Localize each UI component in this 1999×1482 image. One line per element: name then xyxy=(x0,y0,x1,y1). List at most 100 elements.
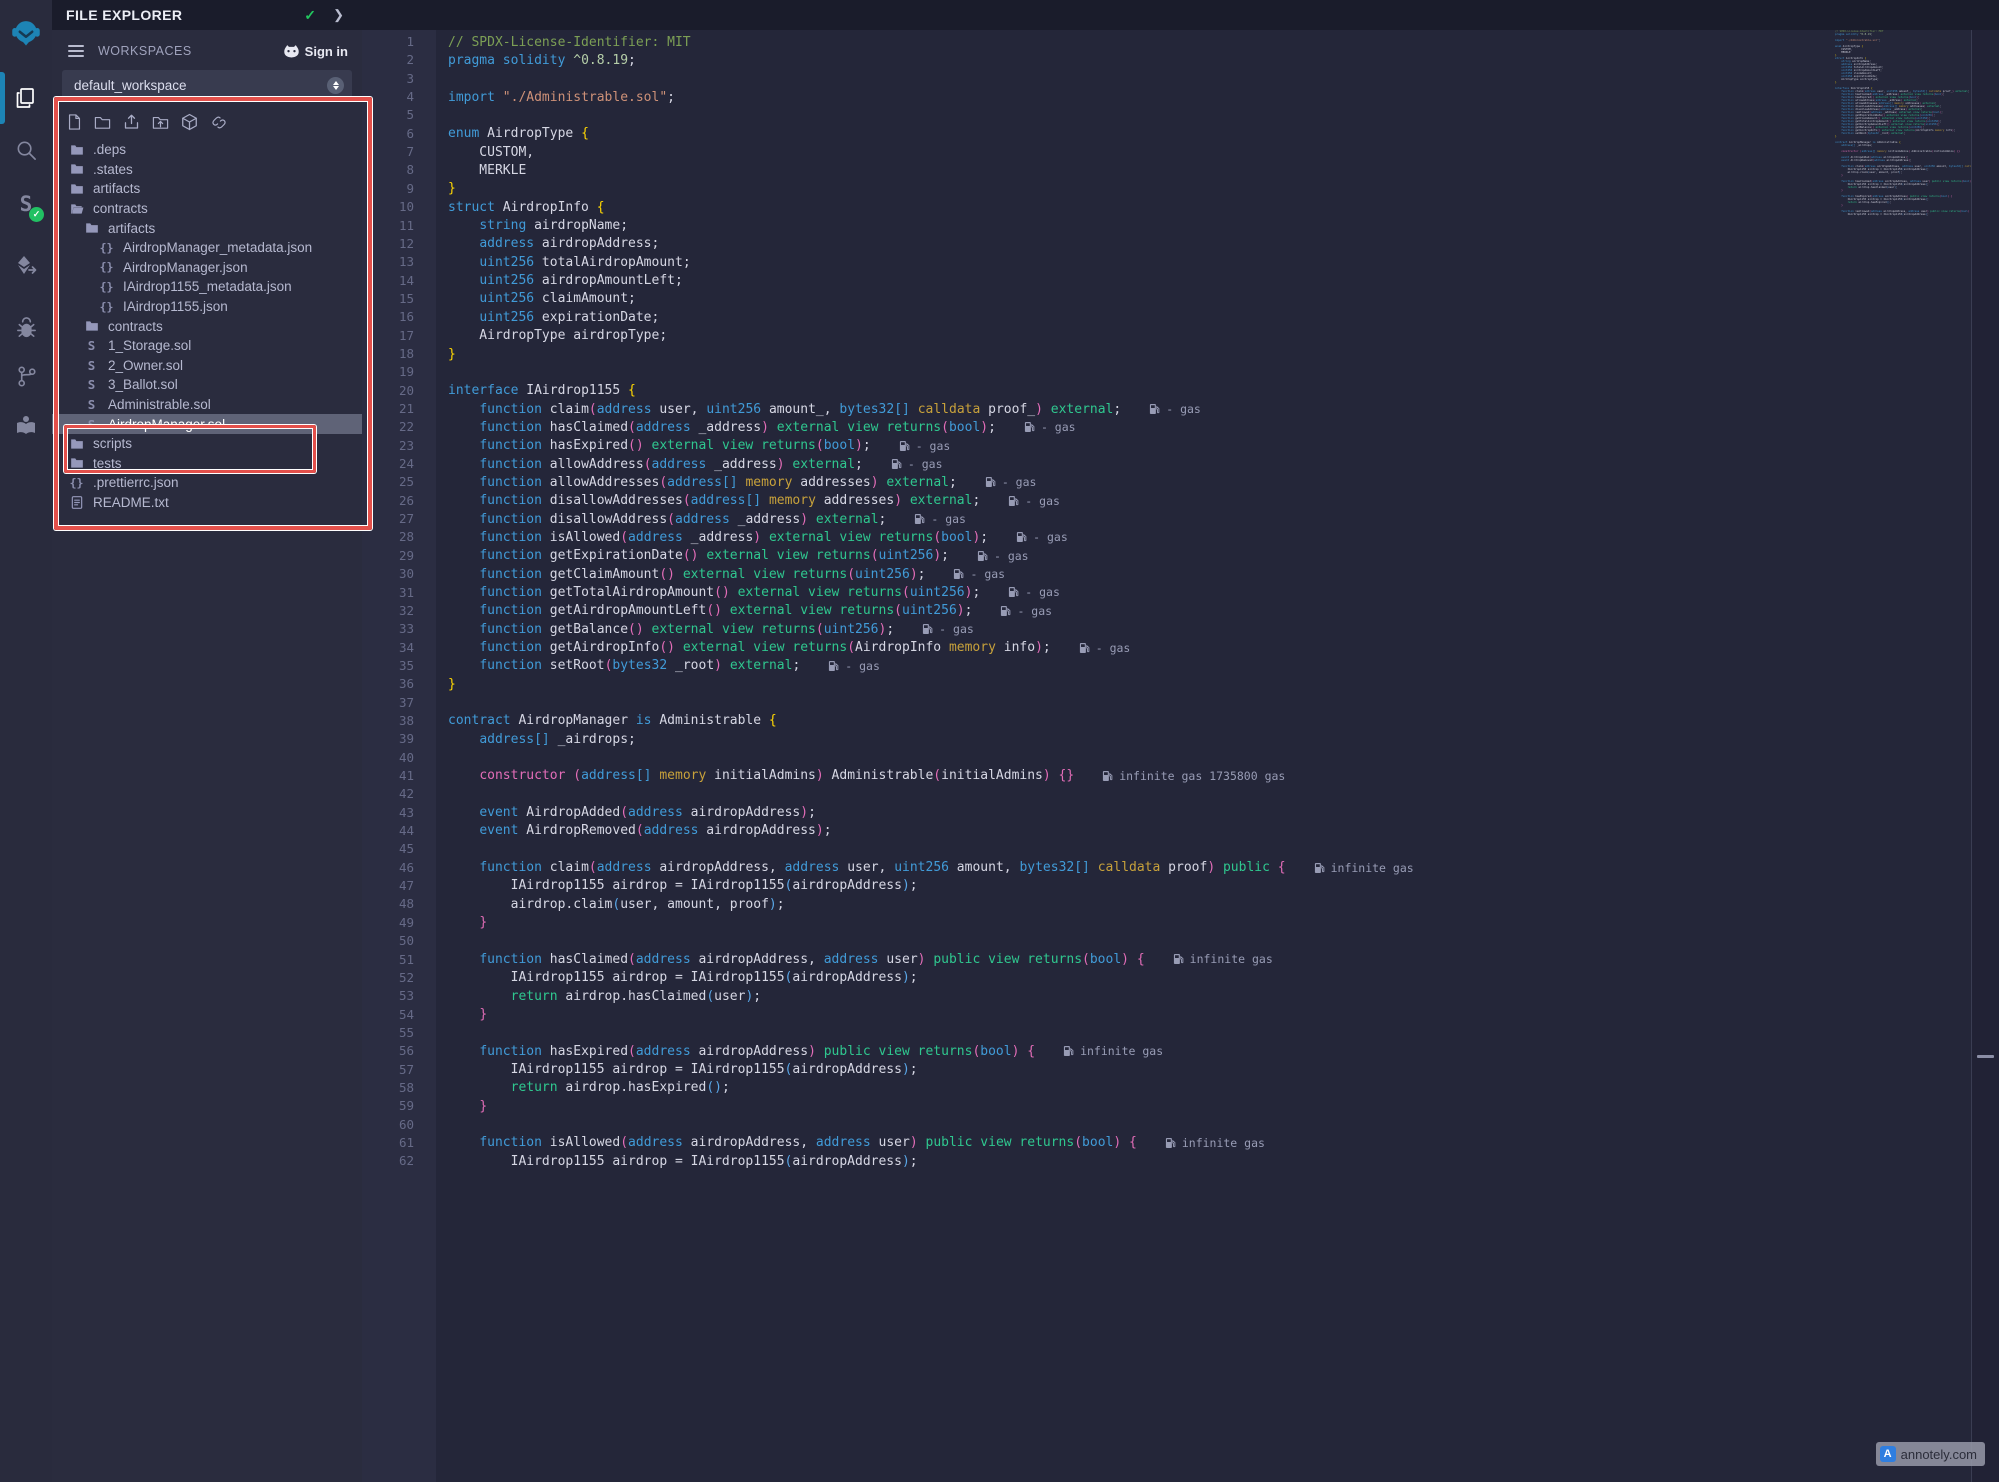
tree-item-artifacts[interactable]: artifacts xyxy=(52,179,362,199)
line-number: 62 xyxy=(362,1152,414,1170)
line-number: 16 xyxy=(362,308,414,326)
line-number: 39 xyxy=(362,730,414,748)
tree-item-.states[interactable]: .states xyxy=(52,160,362,180)
line-number: 22 xyxy=(362,418,414,436)
line-number: 46 xyxy=(362,859,414,877)
code-editor[interactable]: // SPDX-License-Identifier: MITpragma so… xyxy=(436,30,1972,1482)
line-number: 29 xyxy=(362,547,414,565)
gas-estimate-annotation: - gas xyxy=(1008,585,1060,599)
folder-icon xyxy=(68,437,85,451)
line-number: 6 xyxy=(362,125,414,143)
git-icon[interactable] xyxy=(0,356,52,396)
tree-item-label: contracts xyxy=(108,319,163,334)
line-number: 54 xyxy=(362,1006,414,1024)
tree-item-2_Owner.sol[interactable]: S2_Owner.sol xyxy=(52,356,362,376)
chevron-right-icon[interactable]: ❯ xyxy=(333,7,344,23)
tree-item-AirdropManager.sol[interactable]: SAirdropManager.sol xyxy=(52,414,362,434)
tree-item-AirdropManager_metadata.json[interactable]: {}AirdropManager_metadata.json xyxy=(52,238,362,258)
tree-item-README.txt[interactable]: README.txt xyxy=(52,493,362,513)
tree-item-label: scripts xyxy=(93,436,132,451)
learneth-icon[interactable] xyxy=(0,406,52,446)
code-line: function disallowAddress(address _addres… xyxy=(436,510,1972,528)
workspace-name: default_workspace xyxy=(74,78,187,93)
search-icon[interactable] xyxy=(0,130,52,170)
line-number: 58 xyxy=(362,1079,414,1097)
folder-icon xyxy=(68,162,85,176)
solidity-compiler-icon[interactable]: S✓ xyxy=(0,184,52,224)
line-number: 41 xyxy=(362,767,414,785)
line-number: 13 xyxy=(362,253,414,271)
tree-item-AirdropManager.json[interactable]: {}AirdropManager.json xyxy=(52,258,362,278)
json-icon: {} xyxy=(98,280,115,294)
code-line: uint256 totalAirdropAmount; xyxy=(436,253,1972,271)
upload-folder-icon[interactable] xyxy=(151,114,170,131)
panel-resize-handle[interactable] xyxy=(1977,1055,1994,1058)
line-number: 19 xyxy=(362,363,414,381)
new-file-icon[interactable] xyxy=(66,113,83,131)
tree-item-artifacts[interactable]: artifacts xyxy=(52,218,362,238)
minimap[interactable]: // SPDX-License-Identifier: MITpragma so… xyxy=(1835,30,1972,432)
line-number: 40 xyxy=(362,749,414,767)
code-line: function getClaimAmount() external view … xyxy=(436,565,1972,583)
code-line: } xyxy=(436,675,1972,693)
folder-icon xyxy=(68,182,85,196)
line-number: 26 xyxy=(362,492,414,510)
code-line xyxy=(436,785,1972,803)
line-number: 37 xyxy=(362,694,414,712)
code-line: function allowAddresses(address[] memory… xyxy=(436,473,1972,491)
tree-item-IAirdrop1155_metadata.json[interactable]: {} IAirdrop1155_metadata.json xyxy=(52,277,362,297)
workspace-select[interactable]: default_workspace xyxy=(62,70,352,100)
deploy-run-icon[interactable] xyxy=(0,246,52,286)
tree-item-contracts[interactable]: contracts xyxy=(52,316,362,336)
remix-ide-window: S✓ FILE EXPLORER ✓ ❯ WORKSPACES Sign in … xyxy=(0,0,1999,1482)
tree-item-label: artifacts xyxy=(108,221,155,236)
json-icon: {} xyxy=(68,476,85,490)
tree-item-Administrable.sol[interactable]: SAdministrable.sol xyxy=(52,395,362,415)
file-explorer-icon[interactable] xyxy=(0,78,52,118)
link-icon[interactable] xyxy=(209,114,229,131)
code-line: uint256 expirationDate; xyxy=(436,308,1972,326)
gas-estimate-annotation: - gas xyxy=(1149,402,1201,416)
code-line: // SPDX-License-Identifier: MIT xyxy=(436,33,1972,51)
code-line xyxy=(436,1115,1972,1133)
code-line: function allowAddress(address _address) … xyxy=(436,455,1972,473)
tree-item-3_Ballot.sol[interactable]: S3_Ballot.sol xyxy=(52,375,362,395)
code-line: string airdropName; xyxy=(436,216,1972,234)
activity-bar: S✓ xyxy=(0,0,52,1482)
code-line: function getBalance() external view retu… xyxy=(436,620,1972,638)
tree-item-IAirdrop1155.json[interactable]: {}IAirdrop1155.json xyxy=(52,297,362,317)
code-line: function hasClaimed(address airdropAddre… xyxy=(436,950,1972,968)
tree-item-scripts[interactable]: scripts xyxy=(52,434,362,454)
tree-item-1_Storage.sol[interactable]: S1_Storage.sol xyxy=(52,336,362,356)
tree-item-.deps[interactable]: .deps xyxy=(52,140,362,160)
tree-item-.prettierrc.json[interactable]: {}.prettierrc.json xyxy=(52,473,362,493)
line-number: 48 xyxy=(362,895,414,913)
gas-estimate-annotation: - gas xyxy=(828,659,880,673)
code-line: function disallowAddresses(address[] mem… xyxy=(436,492,1972,510)
gas-estimate-annotation: infinite gas xyxy=(1165,1136,1265,1150)
upload-file-icon[interactable] xyxy=(122,113,141,131)
tree-item-label: .states xyxy=(93,162,133,177)
code-line: IAirdrop1155 airdrop = IAirdrop1155(aird… xyxy=(436,877,1972,895)
tree-item-tests[interactable]: tests xyxy=(52,454,362,474)
tree-item-label: IAirdrop1155_metadata.json xyxy=(123,279,292,294)
sign-in-button[interactable]: Sign in xyxy=(283,44,348,59)
hamburger-menu-icon[interactable] xyxy=(68,42,84,60)
code-line: IAirdrop1155 airdrop = IAirdrop1155(aird… xyxy=(436,1152,1972,1170)
json-icon: {} xyxy=(98,260,115,274)
debugger-icon[interactable] xyxy=(0,308,52,348)
line-number: 44 xyxy=(362,822,414,840)
code-line: address[] _airdrops; xyxy=(436,730,1972,748)
line-number: 23 xyxy=(362,437,414,455)
sol-icon: S xyxy=(83,377,100,392)
cube-icon[interactable] xyxy=(180,113,199,131)
new-folder-icon[interactable] xyxy=(93,114,112,131)
tree-item-contracts[interactable]: contracts xyxy=(52,199,362,219)
line-number: 42 xyxy=(362,785,414,803)
gas-estimate-annotation: - gas xyxy=(1079,641,1131,655)
sign-in-label: Sign in xyxy=(305,44,348,59)
gas-estimate-annotation: - gas xyxy=(891,457,943,471)
line-number: 17 xyxy=(362,327,414,345)
gas-estimate-annotation: - gas xyxy=(922,622,974,636)
tree-item-label: contracts xyxy=(93,201,148,216)
